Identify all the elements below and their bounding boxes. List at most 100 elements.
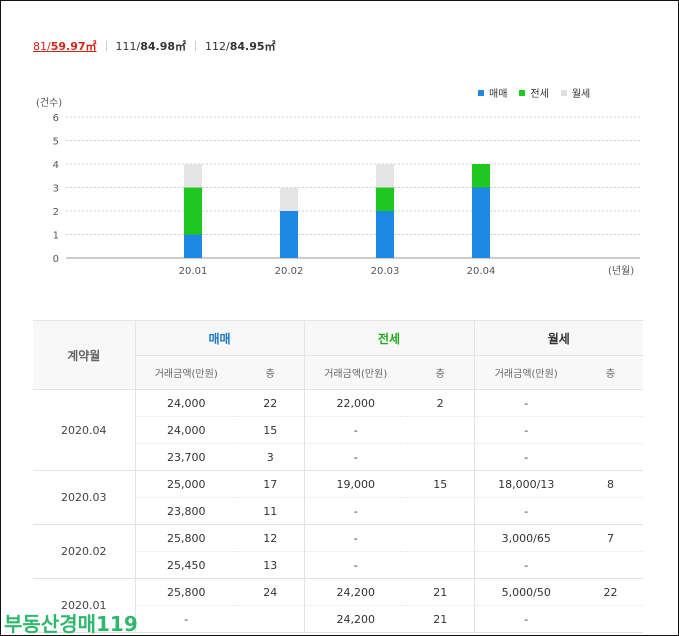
rent-floor-cell: 8 <box>578 470 643 498</box>
sale-floor-cell: 12 <box>237 524 304 552</box>
table-row: 2020.01 25,800 24 24,200 21 5,000/50 22 <box>33 578 643 633</box>
jeonse-floor-cell: 21 <box>407 578 474 606</box>
y-tick-label: 5 <box>53 137 59 148</box>
transaction-table-wrapper: 계약월 매매 전세 월세 거래금액(만원) 층 거래금액(만원) 층 거래금액(… <box>33 320 643 633</box>
rent-price-cell: 3,000/65 <box>473 524 578 552</box>
sale-price-cell: 25,800 <box>134 524 237 552</box>
jeonse-price-header: 거래금액(만원) <box>303 355 407 390</box>
table-row: 2020.03 25,000 17 19,000 15 18,000/13 8 <box>33 470 643 525</box>
sale-floor-cell <box>237 605 304 633</box>
x-tick-label: 20.04 <box>467 266 496 277</box>
y-axis-label: (건수) <box>36 97 62 109</box>
monthly-group-header: 월세 <box>473 320 643 356</box>
tab-divider <box>195 41 197 51</box>
watermark-logo: 부동산경매119 <box>4 612 138 636</box>
jeonse-price-cell: - <box>303 497 407 525</box>
sale-floor-cell: 15 <box>237 416 304 444</box>
size-tab-81[interactable]: 81/59.97㎡ <box>33 38 97 54</box>
sale-price-cell: 23,700 <box>134 443 237 471</box>
jeonse-price-cell: 24,200 <box>303 605 407 633</box>
monthly-price-header: 거래금액(만원) <box>473 355 578 390</box>
bar-segment-jeonse <box>376 187 394 211</box>
size-tabs: 81/59.97㎡ 111/84.98㎡ 112/84.95㎡ <box>33 38 276 54</box>
jeonse-floor-cell <box>407 416 474 444</box>
bar-segment-sale <box>472 187 490 258</box>
jeonse-floor-cell: 2 <box>407 389 474 417</box>
jeonse-floor-cell: 15 <box>407 470 474 498</box>
sale-group-header: 매매 <box>134 320 304 356</box>
bar-segment-sale <box>280 211 298 258</box>
sale-price-header: 거래금액(만원) <box>134 355 237 390</box>
y-tick-label: 3 <box>53 184 59 195</box>
table-row: 2020.04 24,000 22 22,000 2 - <box>33 389 643 471</box>
month-cell: 2020.04 <box>33 389 135 471</box>
sale-floor-cell: 24 <box>237 578 304 606</box>
sale-price-cell: 25,000 <box>134 470 237 498</box>
rent-floor-cell <box>578 551 643 579</box>
rent-floor-cell: 22 <box>578 578 643 606</box>
bar-segment-monthly <box>280 187 298 211</box>
sale-floor-cell: 17 <box>237 470 304 498</box>
jeonse-floor-cell <box>407 524 474 552</box>
sale-price-cell: 25,450 <box>134 551 237 579</box>
tab-divider <box>105 41 107 51</box>
rent-floor-cell <box>578 605 643 633</box>
bar-segment-sale <box>376 211 394 258</box>
rent-floor-cell <box>578 389 643 417</box>
jeonse-floor-cell <box>407 551 474 579</box>
jeonse-group-header: 전세 <box>303 320 474 356</box>
table-row: 2020.02 25,800 12 - 3,000/65 7 <box>33 524 643 579</box>
y-tick-label: 0 <box>53 254 59 265</box>
sale-price-cell: 25,800 <box>134 578 237 606</box>
sale-price-cell: 23,800 <box>134 497 237 525</box>
size-tab-111[interactable]: 111/84.98㎡ <box>116 38 187 54</box>
y-tick-label: 6 <box>53 113 59 124</box>
sale-floor-cell: 22 <box>237 389 304 417</box>
jeonse-floor-cell <box>407 443 474 471</box>
sale-floor-header: 층 <box>237 355 304 390</box>
sale-price-cell: 24,000 <box>134 389 237 417</box>
size-tab-112[interactable]: 112/84.95㎡ <box>205 38 276 54</box>
rent-price-cell: - <box>473 389 578 417</box>
rent-price-cell: - <box>473 551 578 579</box>
sale-price-cell: 24,000 <box>134 416 237 444</box>
bar-segment-monthly <box>376 164 394 188</box>
month-cell: 2020.03 <box>33 470 135 525</box>
jeonse-price-cell: - <box>303 524 407 552</box>
x-tick-label: 20.03 <box>371 266 400 277</box>
jeonse-floor-cell <box>407 497 474 525</box>
jeonse-price-cell: - <box>303 443 407 471</box>
y-tick-label: 1 <box>53 231 59 242</box>
rent-price-cell: 18,000/13 <box>473 470 578 498</box>
jeonse-price-cell: - <box>303 551 407 579</box>
x-tick-label: 20.01 <box>179 266 208 277</box>
rent-price-cell: 5,000/50 <box>473 578 578 606</box>
rent-price-cell: - <box>473 497 578 525</box>
sale-floor-cell: 11 <box>237 497 304 525</box>
jeonse-price-cell: - <box>303 416 407 444</box>
rent-floor-cell <box>578 416 643 444</box>
x-tick-label: 20.02 <box>275 266 304 277</box>
jeonse-price-cell: 22,000 <box>303 389 407 417</box>
sale-floor-cell: 3 <box>237 443 304 471</box>
bar-segment-jeonse <box>184 187 202 235</box>
jeonse-price-cell: 19,000 <box>303 470 407 498</box>
sale-floor-cell: 13 <box>237 551 304 579</box>
y-tick-label: 4 <box>53 160 59 171</box>
bar-segment-monthly <box>184 164 202 188</box>
transaction-count-chart: (건수) 0 1 2 3 4 5 6 20.01 20.02 20.03 20.04 (년월) <box>36 97 640 277</box>
rent-price-cell: - <box>473 416 578 444</box>
rent-price-cell: - <box>473 443 578 471</box>
jeonse-floor-header: 층 <box>407 355 474 390</box>
x-axis-label: (년월) <box>608 265 634 277</box>
rent-floor-cell <box>578 443 643 471</box>
jeonse-floor-cell: 21 <box>407 605 474 633</box>
monthly-floor-header: 층 <box>578 355 643 390</box>
bar-segment-jeonse <box>472 164 490 188</box>
sale-price-cell: - <box>134 605 237 633</box>
rent-floor-cell <box>578 497 643 525</box>
rent-floor-cell: 7 <box>578 524 643 552</box>
month-column-header: 계약월 <box>33 320 135 390</box>
bar-segment-sale <box>184 234 202 258</box>
transaction-table: 계약월 매매 전세 월세 거래금액(만원) 층 거래금액(만원) 층 거래금액(… <box>33 320 643 633</box>
